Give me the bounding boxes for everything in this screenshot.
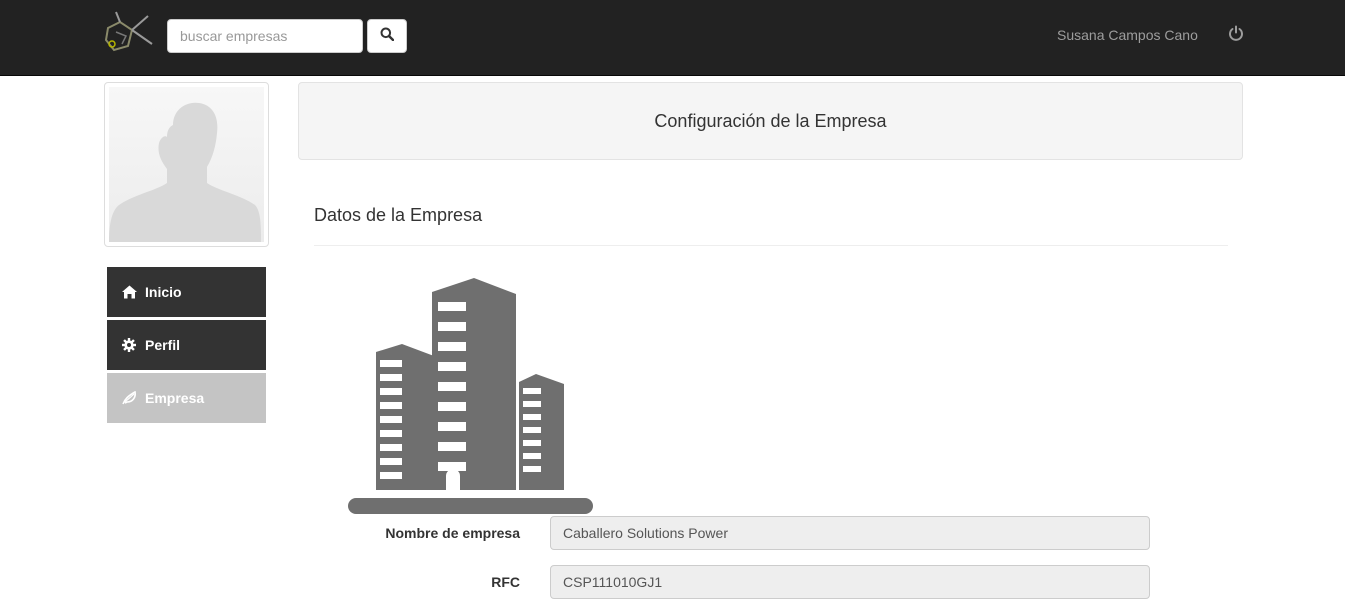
search-icon xyxy=(380,27,395,46)
page-header-panel: Configuración de la Empresa xyxy=(298,82,1243,160)
leaf-icon xyxy=(121,390,137,406)
sidebar-item-label: Empresa xyxy=(145,390,205,406)
sidebar-item-empresa[interactable]: Empresa xyxy=(107,373,266,423)
user-name[interactable]: Susana Campos Cano xyxy=(1057,27,1198,43)
sidebar-item-label: Perfil xyxy=(145,337,181,353)
sidebar-item-perfil[interactable]: Perfil xyxy=(107,320,266,370)
rfc-label: RFC xyxy=(491,574,520,590)
section-title: Datos de la Empresa xyxy=(314,205,483,225)
search-input[interactable] xyxy=(167,19,363,53)
avatar-placeholder-image xyxy=(109,87,264,242)
section-divider xyxy=(314,245,1228,246)
avatar xyxy=(104,82,269,247)
search-button[interactable] xyxy=(367,19,407,53)
sidebar-item-label: Inicio xyxy=(145,284,182,300)
company-name-field[interactable] xyxy=(550,516,1150,550)
top-navbar: Susana Campos Cano xyxy=(0,0,1345,76)
drone-logo-icon[interactable] xyxy=(102,10,154,62)
rfc-field[interactable] xyxy=(550,565,1150,599)
logout-button[interactable] xyxy=(1226,25,1246,45)
gear-icon xyxy=(121,337,137,353)
power-icon xyxy=(1228,25,1244,46)
sidebar-item-inicio[interactable]: Inicio xyxy=(107,267,266,317)
page-title: Configuración de la Empresa xyxy=(654,110,887,131)
home-icon xyxy=(121,284,137,300)
company-building-image xyxy=(346,276,596,518)
company-name-label: Nombre de empresa xyxy=(385,525,520,541)
